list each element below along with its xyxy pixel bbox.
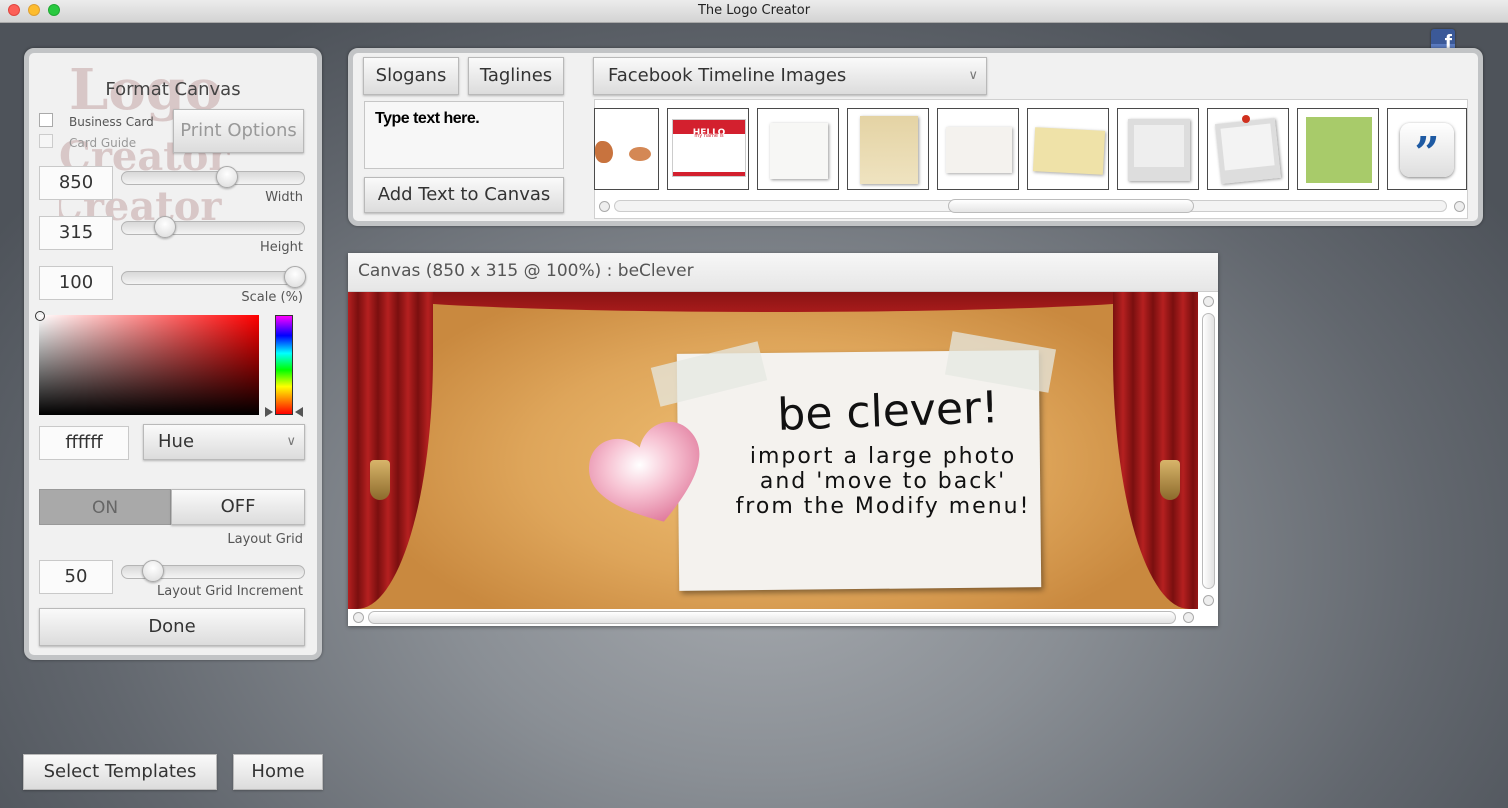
width-slider-knob[interactable]: [216, 166, 238, 188]
taped-white-paper-icon: [946, 127, 1012, 173]
hello-name-tag-icon: HELLO my name is: [672, 119, 746, 177]
scroll-up-icon[interactable]: [1203, 296, 1214, 307]
scroll-right-icon[interactable]: [1183, 612, 1194, 623]
text-input-placeholder: Type text here.: [375, 110, 480, 127]
horizontal-scroll-thumb[interactable]: [368, 611, 1176, 624]
curtain-valance: [348, 292, 1198, 312]
green-sticky-note-icon: [1306, 117, 1372, 183]
vertical-scroll-thumb[interactable]: [1202, 313, 1215, 589]
canvas-headline: be clever!: [776, 382, 1000, 441]
color-picker-cursor[interactable]: [35, 311, 45, 321]
thumbnail-quote[interactable]: ”: [1387, 108, 1467, 190]
thumbnail-taped-paper[interactable]: [937, 108, 1019, 190]
image-category-value: Facebook Timeline Images: [608, 65, 847, 86]
color-mode-value: Hue: [158, 431, 195, 452]
width-field[interactable]: 850: [39, 166, 113, 200]
taglines-button[interactable]: Taglines: [468, 57, 564, 95]
thumbnail-pinned-polaroid[interactable]: [1207, 108, 1289, 190]
thumbnail-pinned-paper[interactable]: [757, 108, 839, 190]
canvas-window: Canvas (850 x 315 @ 100%) : beClever be …: [348, 253, 1218, 626]
card-guide-label: Card Guide: [69, 136, 137, 150]
thumbnail-hands[interactable]: [594, 108, 659, 190]
chevron-down-icon: ∨: [286, 434, 296, 449]
card-guide-checkbox[interactable]: [39, 134, 53, 148]
scroll-left-icon[interactable]: [353, 612, 364, 623]
canvas-vertical-scrollbar[interactable]: [1200, 293, 1216, 609]
scroll-down-icon[interactable]: [1203, 595, 1214, 606]
scale-slider-knob[interactable]: [284, 266, 306, 288]
hands-sticker-icon-2: [629, 147, 651, 161]
hands-sticker-icon: [595, 141, 613, 163]
grid-on-button[interactable]: ON: [39, 489, 171, 525]
window-titlebar: The Logo Creator: [0, 0, 1508, 23]
thumbnail-green-note[interactable]: [1297, 108, 1379, 190]
color-hex-field[interactable]: ffffff: [39, 426, 129, 460]
grid-increment-field[interactable]: 50: [39, 560, 113, 594]
window-title: The Logo Creator: [697, 3, 811, 18]
business-card-label: Business Card: [69, 115, 154, 129]
layout-grid-label: Layout Grid: [227, 532, 303, 547]
polaroid-frame-icon: [1128, 119, 1190, 181]
thumbnail-scrollbar[interactable]: [596, 198, 1467, 214]
width-label: Width: [265, 190, 303, 205]
left-curtain: [348, 292, 433, 609]
grid-off-button[interactable]: OFF: [171, 489, 305, 525]
height-slider-knob[interactable]: [154, 216, 176, 238]
heart-icon: [589, 421, 700, 522]
scroll-left-icon[interactable]: [599, 201, 610, 212]
pinned-white-paper-icon: [770, 123, 828, 179]
grid-increment-slider-knob[interactable]: [142, 560, 164, 582]
color-mode-select[interactable]: Hue ∨: [143, 424, 305, 460]
pinned-polaroid-frame-icon: [1215, 118, 1281, 184]
quote-button-icon: ”: [1400, 123, 1454, 179]
width-slider[interactable]: [121, 166, 305, 188]
thumbnail-folded-note[interactable]: [847, 108, 929, 190]
thumbnail-yellow-note[interactable]: [1027, 108, 1109, 190]
scroll-right-icon[interactable]: [1454, 201, 1465, 212]
hue-right-arrow-icon: [295, 407, 303, 417]
scale-field[interactable]: 100: [39, 266, 113, 300]
done-button[interactable]: Done: [39, 608, 305, 646]
grid-increment-label: Layout Grid Increment: [156, 584, 303, 599]
scale-slider[interactable]: [121, 266, 306, 288]
thumbnail-polaroid[interactable]: [1117, 108, 1199, 190]
canvas-body-line-2: and 'move to back': [759, 469, 1007, 494]
home-button[interactable]: Home: [233, 754, 323, 790]
grid-increment-slider[interactable]: [121, 560, 305, 582]
folded-tan-note-icon: [860, 116, 918, 184]
select-templates-button[interactable]: Select Templates: [23, 754, 217, 790]
red-pin-icon: [1242, 115, 1250, 123]
add-text-to-canvas-button[interactable]: Add Text to Canvas: [364, 177, 564, 213]
format-canvas-panel: Logo Creator Creator Format Canvas Busin…: [24, 48, 322, 660]
print-options-button[interactable]: Print Options: [173, 109, 304, 153]
canvas-title: Canvas (850 x 315 @ 100%) : beClever: [358, 261, 694, 281]
text-input[interactable]: Type text here.: [364, 101, 564, 169]
panel-title: Format Canvas: [105, 79, 241, 100]
right-curtain: [1113, 292, 1198, 609]
height-slider[interactable]: [121, 216, 305, 238]
business-card-checkbox[interactable]: [39, 113, 53, 127]
scale-label: Scale (%): [241, 290, 303, 305]
height-label: Height: [260, 240, 303, 255]
canvas-horizontal-scrollbar[interactable]: [348, 609, 1198, 625]
scroll-thumb[interactable]: [948, 199, 1194, 213]
height-field[interactable]: 315: [39, 216, 113, 250]
left-tassel-icon: [370, 460, 390, 500]
canvas-artboard[interactable]: be clever! import a large photo and 'mov…: [348, 292, 1198, 609]
image-category-select[interactable]: Facebook Timeline Images ∨: [593, 57, 987, 95]
right-tassel-icon: [1160, 460, 1180, 500]
canvas-titlebar: Canvas (850 x 315 @ 100%) : beClever: [348, 253, 1218, 292]
thumbnail-hello-tag[interactable]: HELLO my name is: [667, 108, 749, 190]
hue-strip[interactable]: [275, 315, 293, 415]
color-saturation-field[interactable]: [39, 315, 259, 415]
hue-left-arrow-icon: [265, 407, 273, 417]
slogans-button[interactable]: Slogans: [363, 57, 459, 95]
canvas-body-line-1: import a large photo: [749, 444, 1017, 469]
canvas-body-line-3: from the Modify menu!: [735, 494, 1031, 519]
hello-tag-subtext: my name is: [694, 133, 724, 139]
chevron-down-icon: ∨: [968, 68, 978, 83]
pinned-yellow-note-icon: [1032, 127, 1106, 175]
